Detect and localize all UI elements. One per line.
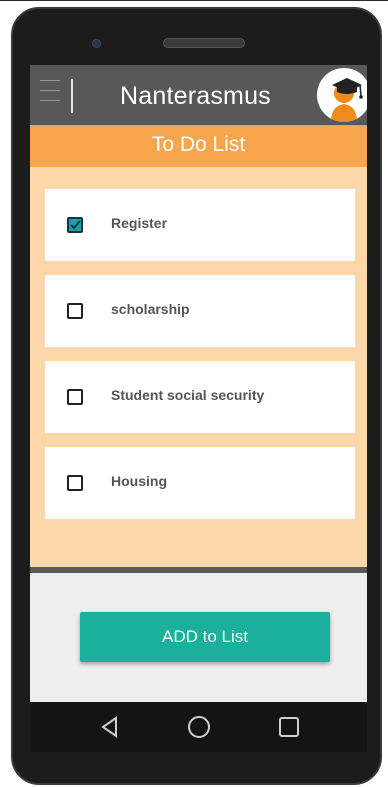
recents-square-icon[interactable]	[275, 713, 303, 741]
back-triangle-icon[interactable]	[96, 713, 124, 741]
app-screen: Nanterasmus To Do List Register scholars…	[30, 65, 367, 702]
section-header: To Do List	[30, 125, 367, 167]
add-to-list-button[interactable]: ADD to List	[80, 612, 330, 662]
earpiece-speaker	[163, 38, 245, 48]
checkbox-checked[interactable]	[67, 217, 83, 233]
app-bar-divider	[71, 79, 73, 113]
checkmark-icon	[70, 220, 81, 230]
todo-item[interactable]: Register	[45, 189, 355, 261]
phone-frame: Nanterasmus To Do List Register scholars…	[11, 7, 382, 785]
todo-item[interactable]: Housing	[45, 447, 355, 519]
todo-item-label: Register	[111, 215, 168, 231]
todo-list: Register scholarship Student social secu…	[30, 167, 367, 567]
checkbox-unchecked[interactable]	[67, 303, 83, 319]
student-avatar-icon[interactable]	[317, 68, 367, 122]
checkbox-unchecked[interactable]	[67, 389, 83, 405]
front-camera	[92, 39, 101, 48]
android-nav-bar	[30, 702, 367, 752]
todo-item[interactable]: Student social security	[45, 361, 355, 433]
app-bar: Nanterasmus	[30, 65, 367, 125]
checkbox-unchecked[interactable]	[67, 475, 83, 491]
app-title: Nanterasmus	[120, 82, 271, 110]
top-border-line	[0, 0, 388, 1]
todo-item-label: Student social security	[111, 387, 265, 403]
todo-item[interactable]: scholarship	[45, 275, 355, 347]
todo-item-label: scholarship	[111, 301, 190, 317]
hamburger-menu-icon[interactable]	[40, 80, 60, 104]
bottom-panel: ADD to List	[30, 573, 367, 702]
home-circle-icon[interactable]	[185, 713, 213, 741]
todo-item-label: Housing	[111, 473, 167, 489]
